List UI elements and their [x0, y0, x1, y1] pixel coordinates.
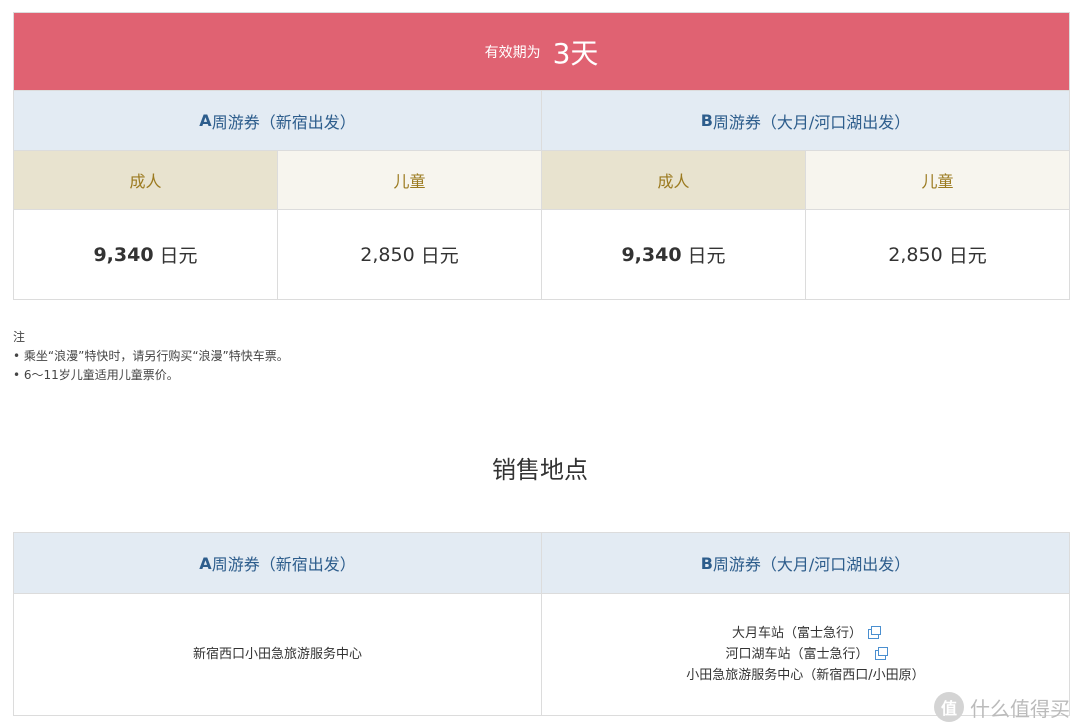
pass-a-child-price: 2,850 日元	[278, 209, 542, 299]
location-item: 小田急旅游服务中心（新宿西口/小田原）	[686, 665, 924, 686]
location-link[interactable]: 河口湖车站（富士急行）	[725, 644, 868, 665]
price-row: 9,340 日元 2,850 日元 9,340 日元 2,850 日元	[14, 209, 1069, 299]
pass-b-prefix: B	[700, 111, 713, 130]
pass-a-prefix: A	[199, 553, 212, 573]
location-name: 小田急旅游服务中心（新宿西口/小田原）	[686, 668, 925, 683]
sales-header-row: A 周游券（新宿出发） B 周游券（大月/河口湖出发）	[14, 533, 1069, 593]
location-name: 新宿西口小田急旅游服务中心	[192, 647, 362, 662]
pass-a-child-label: 儿童	[278, 150, 542, 209]
sales-pass-b-header: B 周游券（大月/河口湖出发）	[542, 533, 1069, 593]
price-amount: 9,340	[93, 243, 154, 266]
pass-a-locations: 新宿西口小田急旅游服务中心	[14, 593, 542, 715]
notes: 注 • 乘坐“浪漫”特快时，请另行购买“浪漫”特快车票。 • 6～11岁儿童适用…	[13, 328, 289, 385]
pass-b-header: B 周游券（大月/河口湖出发）	[542, 90, 1069, 150]
price-unit: 日元	[159, 245, 198, 267]
sales-pass-a-header: A 周游券（新宿出发）	[14, 533, 542, 593]
price-amount: 2,850	[360, 243, 415, 266]
sales-table: A 周游券（新宿出发） B 周游券（大月/河口湖出发） 新宿西口小田急旅游服务中心 …	[13, 532, 1070, 716]
notes-title: 注	[13, 330, 26, 344]
watermark: 值 什么值得买	[934, 692, 1070, 722]
pass-b-child-price: 2,850 日元	[806, 209, 1069, 299]
pass-b-child-label: 儿童	[806, 150, 1069, 209]
note-item: • 6～11岁儿童适用儿童票价。	[13, 368, 179, 382]
validity-value: 3天	[552, 36, 599, 70]
validity-label: 有效期为	[484, 44, 541, 61]
pass-b-adult-label: 成人	[542, 150, 806, 209]
pass-a-adult-price: 9,340 日元	[14, 209, 278, 299]
pass-a-adult-label: 成人	[14, 150, 278, 209]
note-item: • 乘坐“浪漫”特快时，请另行购买“浪漫”特快车票。	[13, 349, 289, 363]
location-link[interactable]: 大月车站（富士急行）	[732, 623, 862, 644]
location-item: 河口湖车站（富士急行）	[725, 644, 888, 665]
price-unit: 日元	[948, 245, 987, 267]
pass-b-adult-price: 9,340 日元	[542, 209, 806, 299]
pass-a-prefix: A	[199, 111, 212, 130]
price-table: 有效期为 3天 A 周游券（新宿出发） B 周游券（大月/河口湖出发） 成人 儿童 …	[13, 12, 1070, 300]
location-item: 大月车站（富士急行）	[732, 623, 881, 644]
price-amount: 2,850	[888, 243, 943, 266]
sales-location-row: 新宿西口小田急旅游服务中心 大月车站（富士急行） 河口湖车站（富士急行） 小田急…	[14, 593, 1069, 715]
price-amount: 9,340	[621, 243, 682, 266]
sales-section-title: 销售地点	[492, 456, 588, 484]
external-link-icon[interactable]	[874, 646, 888, 660]
pass-a-header: A 周游券（新宿出发）	[14, 90, 542, 150]
pass-b-prefix: B	[700, 553, 713, 573]
pass-a-name: 周游券（新宿出发）	[211, 112, 356, 132]
pass-a-name: 周游券（新宿出发）	[211, 555, 356, 574]
pass-header-row: A 周游券（新宿出发） B 周游券（大月/河口湖出发）	[14, 90, 1069, 150]
pass-b-name: 周游券（大月/河口湖出发）	[712, 112, 911, 132]
validity-banner: 有效期为 3天	[14, 13, 1069, 90]
location-item: 新宿西口小田急旅游服务中心	[193, 644, 362, 665]
external-link-icon[interactable]	[868, 625, 881, 639]
pass-b-name: 周游券（大月/河口湖出发）	[712, 555, 911, 574]
watermark-text: 什么值得买	[970, 696, 1070, 721]
watermark-badge-icon: 值	[934, 692, 964, 722]
price-unit: 日元	[420, 245, 459, 267]
price-unit: 日元	[687, 245, 726, 267]
category-row: 成人 儿童 成人 儿童	[14, 150, 1069, 209]
